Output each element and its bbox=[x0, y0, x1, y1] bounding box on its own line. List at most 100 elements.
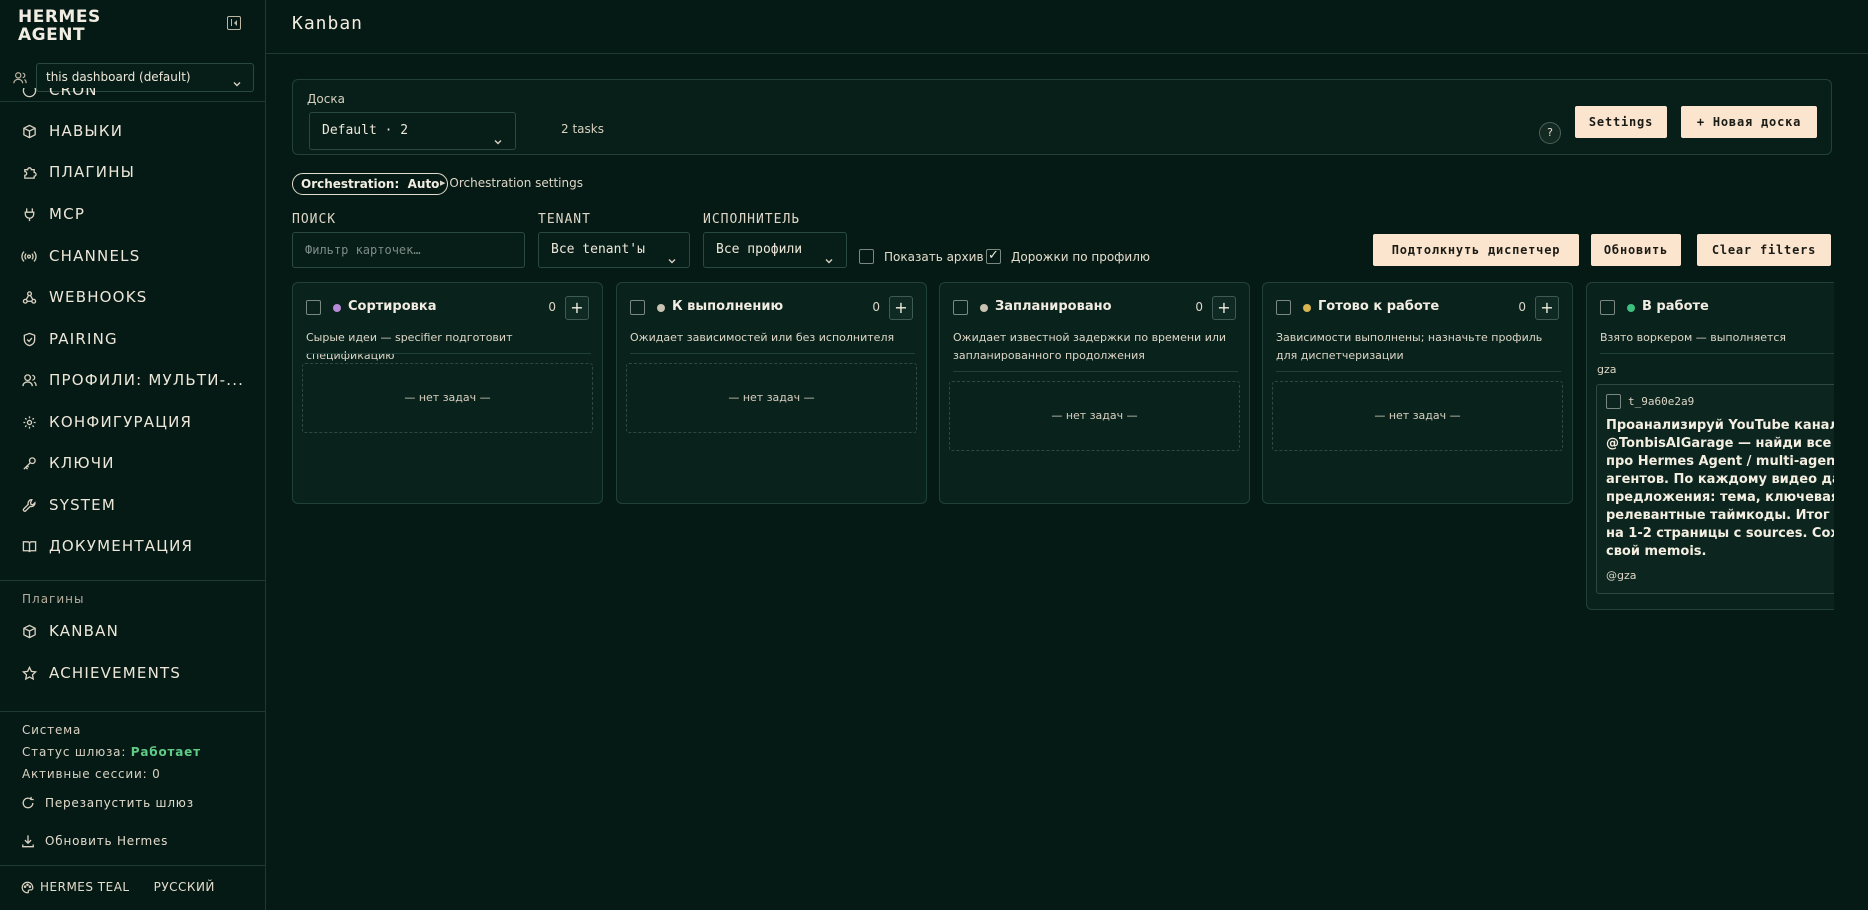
show-archive-toggle[interactable]: Показать архив bbox=[859, 249, 984, 264]
palette-icon bbox=[21, 881, 34, 894]
sidebar-item-cron[interactable]: CRON bbox=[0, 88, 266, 102]
status-dot bbox=[980, 304, 988, 312]
language-toggle[interactable]: РУССКИЙ bbox=[154, 880, 215, 894]
column-divider bbox=[630, 353, 915, 354]
lanes-by-profile-toggle[interactable]: Дорожки по профилю bbox=[986, 248, 1150, 264]
book-icon bbox=[21, 538, 37, 554]
sidebar-item-docs[interactable]: ДОКУМЕНТАЦИЯ bbox=[0, 527, 266, 565]
assignee-label: ИСПОЛНИТЕЛЬ bbox=[703, 212, 801, 227]
gateway-status-value: Работает bbox=[130, 745, 201, 759]
board-task-count: 2 tasks bbox=[561, 122, 604, 136]
chevron-down-icon bbox=[493, 126, 503, 162]
lanes-by-profile-checkbox[interactable] bbox=[986, 248, 1001, 264]
status-dot bbox=[1627, 304, 1635, 312]
wrench-icon bbox=[21, 497, 37, 513]
new-board-button[interactable]: + Новая доска bbox=[1681, 106, 1817, 138]
sidebar-item-webhooks[interactable]: WEBHOOKS bbox=[0, 278, 266, 316]
active-sessions: Активные сессии: 0 bbox=[22, 767, 161, 781]
add-card-button[interactable]: + bbox=[889, 296, 913, 320]
tenant-select[interactable]: Все tenant'ы bbox=[538, 232, 690, 268]
board-select[interactable]: Default · 2 bbox=[309, 112, 516, 150]
nudge-dispatcher-button[interactable]: Подтолкнуть диспетчер bbox=[1373, 234, 1579, 266]
refresh-button[interactable]: Обновить bbox=[1591, 234, 1681, 266]
package-icon bbox=[21, 123, 37, 139]
broadcast-icon bbox=[21, 248, 37, 264]
add-card-button[interactable]: + bbox=[1212, 296, 1236, 320]
system-label: Система bbox=[22, 723, 82, 737]
column-description: Ожидает зависимостей или без исполнителя bbox=[630, 331, 895, 344]
users-icon bbox=[21, 372, 37, 388]
column-count: 0 bbox=[1195, 300, 1203, 314]
sidebar-item-channels[interactable]: CHANNELS bbox=[0, 237, 266, 275]
plug-icon bbox=[21, 206, 37, 222]
gear-icon bbox=[21, 414, 37, 430]
column-select-checkbox[interactable] bbox=[953, 300, 968, 315]
kanban-column-ready: Готово к работе 0 + Зависимости выполнен… bbox=[1262, 282, 1573, 504]
task-assignee: @gza bbox=[1606, 569, 1637, 582]
board-label: Доска bbox=[307, 92, 345, 106]
theme-toggle[interactable]: HERMES TEAL bbox=[40, 880, 130, 894]
column-select-checkbox[interactable] bbox=[1600, 300, 1615, 315]
sidebar-item-system[interactable]: SYSTEM bbox=[0, 486, 266, 524]
sidebar-item-config[interactable]: КОНФИГУРАЦИЯ bbox=[0, 403, 266, 441]
column-count: 0 bbox=[548, 300, 556, 314]
update-hermes-button[interactable]: Обновить Hermes bbox=[21, 834, 168, 848]
add-card-button[interactable]: + bbox=[1535, 296, 1559, 320]
clear-filters-button[interactable]: Clear filters bbox=[1697, 234, 1831, 266]
star-icon bbox=[21, 665, 37, 681]
sidebar-divider bbox=[0, 580, 266, 581]
orchestration-pill[interactable]: Orchestration: Auto bbox=[292, 173, 449, 195]
column-divider bbox=[306, 353, 591, 354]
column-count: 0 bbox=[872, 300, 880, 314]
column-title: Сортировка bbox=[348, 299, 437, 314]
caret-right-icon: ▶ bbox=[440, 179, 446, 187]
sidebar-item-mcp[interactable]: MCP bbox=[0, 195, 266, 233]
clock-icon bbox=[21, 88, 37, 98]
status-dot bbox=[333, 304, 341, 312]
user-icon bbox=[13, 70, 27, 89]
collapse-sidebar-icon[interactable] bbox=[227, 16, 241, 30]
sidebar-divider bbox=[0, 711, 266, 712]
download-icon bbox=[21, 834, 35, 848]
brand-logo: HERMES AGENT bbox=[18, 7, 101, 45]
orchestration-settings-link[interactable]: ▶ Orchestration settings bbox=[440, 176, 583, 190]
restart-gateway-button[interactable]: Перезапустить шлюз bbox=[21, 796, 194, 810]
status-dot bbox=[657, 304, 665, 312]
help-button[interactable]: ? bbox=[1539, 122, 1561, 144]
task-card[interactable]: t_9a60e2a9 Проанализируй YouTube канал @… bbox=[1596, 384, 1834, 594]
sidebar-item-kanban[interactable]: KANBAN bbox=[0, 612, 266, 650]
shield-icon bbox=[21, 331, 37, 347]
package-icon bbox=[21, 623, 37, 639]
column-title: Готово к работе bbox=[1318, 299, 1440, 314]
sidebar-item-achievements[interactable]: ACHIEVEMENTS bbox=[0, 654, 266, 692]
column-select-checkbox[interactable] bbox=[306, 300, 321, 315]
column-divider bbox=[953, 371, 1238, 372]
column-select-checkbox[interactable] bbox=[1276, 300, 1291, 315]
sidebar-item-skills[interactable]: НАВЫКИ bbox=[0, 112, 266, 150]
sidebar-item-profiles[interactable]: ПРОФИЛИ: МУЛЬТИ-... bbox=[0, 361, 266, 399]
column-description: Сырые идеи — specifier подготовит специф… bbox=[306, 331, 513, 362]
task-id: t_9a60e2a9 bbox=[1628, 395, 1695, 408]
add-card-button[interactable]: + bbox=[565, 296, 589, 320]
sidebar: HERMES AGENT this dashboard (default) CR… bbox=[0, 0, 266, 910]
search-input[interactable]: Фильтр карточек… bbox=[292, 232, 525, 268]
topbar: Kanban bbox=[266, 0, 1868, 54]
assignee-select[interactable]: Все профили bbox=[703, 232, 847, 268]
chevron-down-icon bbox=[824, 246, 834, 280]
show-archive-checkbox[interactable] bbox=[859, 249, 874, 264]
sidebar-footer: HERMES TEAL РУССКИЙ bbox=[21, 880, 215, 894]
sidebar-divider bbox=[0, 865, 266, 866]
task-select-checkbox[interactable] bbox=[1606, 394, 1621, 409]
key-icon bbox=[21, 455, 37, 471]
column-description: Взято воркером — выполняется bbox=[1600, 331, 1787, 344]
sidebar-item-keys[interactable]: КЛЮЧИ bbox=[0, 444, 266, 482]
board-panel: Доска Default · 2 2 tasks ? Settings + Н… bbox=[292, 79, 1832, 155]
column-divider bbox=[1276, 371, 1561, 372]
board-settings-button[interactable]: Settings bbox=[1575, 106, 1667, 138]
sidebar-item-plugins[interactable]: ПЛАГИНЫ bbox=[0, 153, 266, 191]
chevron-down-icon bbox=[667, 246, 677, 280]
sidebar-item-pairing[interactable]: PAIRING bbox=[0, 320, 266, 358]
column-count: 0 bbox=[1518, 300, 1526, 314]
task-text: Проанализируй YouTube канал @TonbisAIGar… bbox=[1606, 418, 1834, 559]
column-select-checkbox[interactable] bbox=[630, 300, 645, 315]
